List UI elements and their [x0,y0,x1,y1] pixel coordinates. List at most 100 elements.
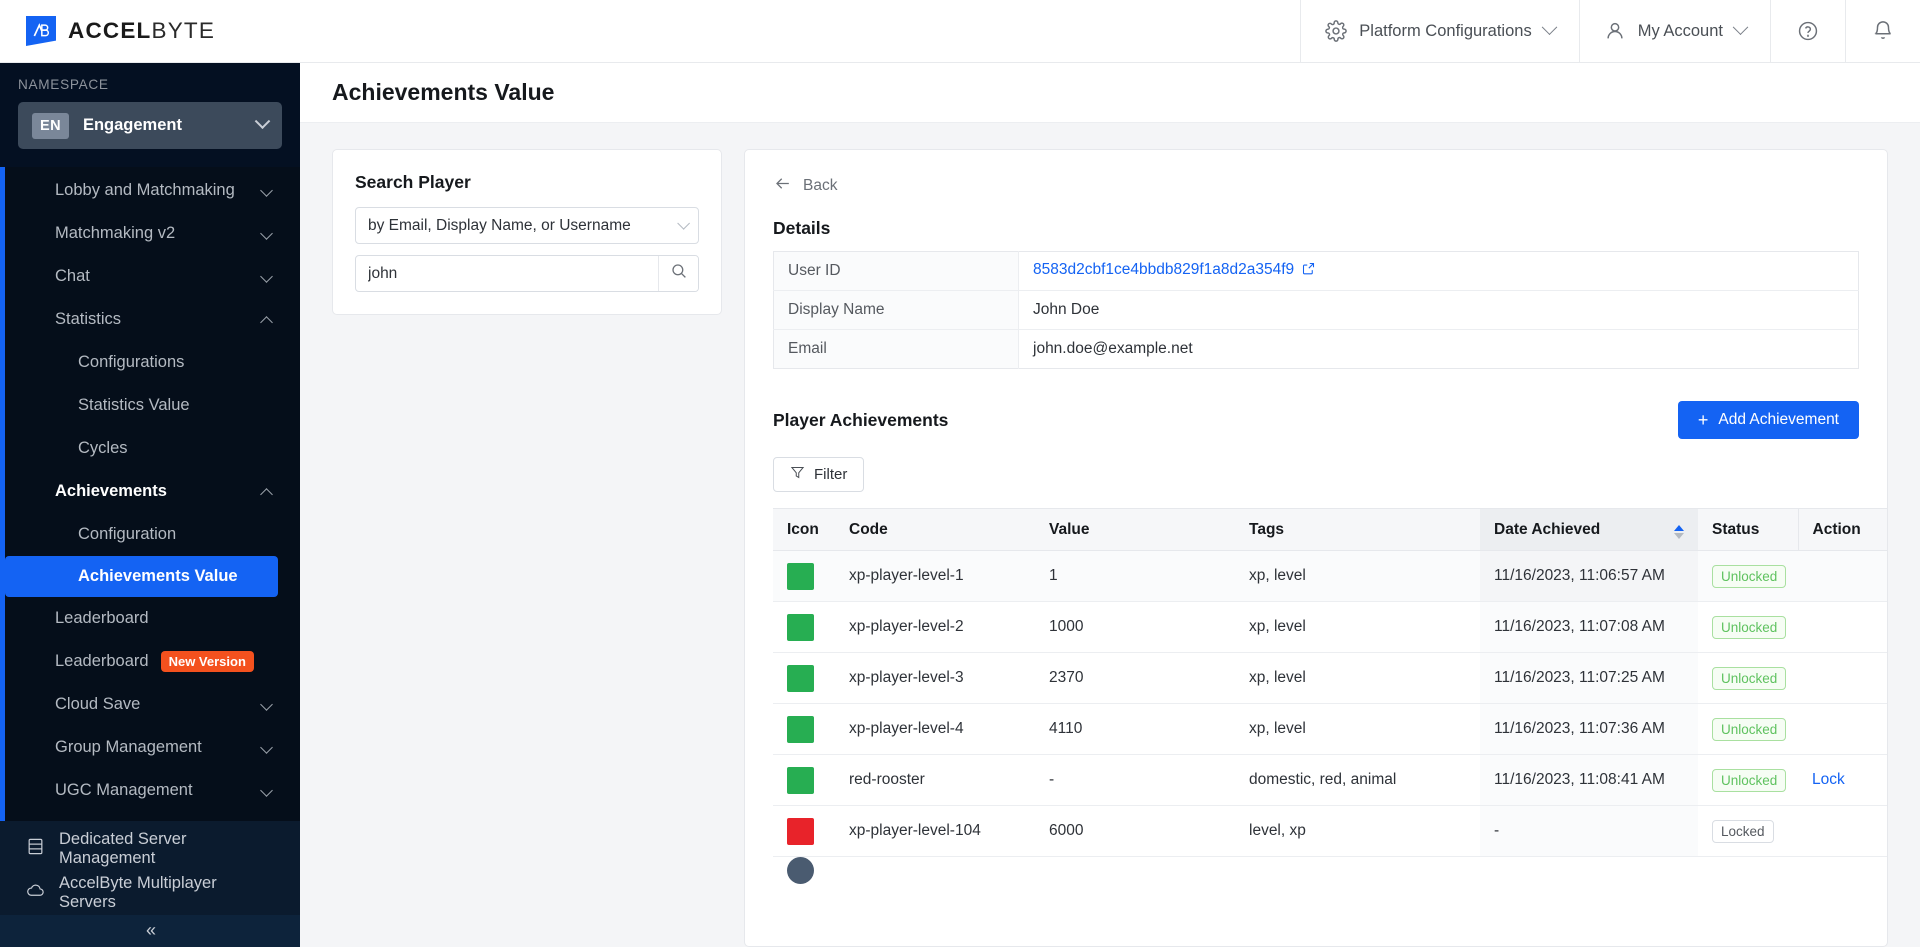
achievement-tags-cell: domestic, red, animal [1235,754,1480,806]
chevron-down-icon [260,698,273,711]
help-circle-icon [1797,20,1819,42]
new-version-badge: New Version [160,651,254,672]
achievements-table: Icon Code Value Tags Date Achieved Statu… [773,508,1887,857]
sidebar-item-statistics[interactable]: Statistics [0,298,300,341]
achievement-date-cell: 11/16/2023, 11:07:08 AM [1480,601,1698,653]
table-row[interactable]: red-rooster - domestic, red, animal 11/16/2… [773,754,1887,806]
back-link[interactable]: Back [773,174,1859,198]
player-details-card: Back Details User ID 8583d2cbf1ce4bbdb829… [744,149,1888,947]
status-cell: Locked [1698,805,1798,857]
chevron-down-icon [677,217,690,230]
details-row: Email john.doe@example.net [773,329,1859,369]
achievement-value-cell: 4110 [1035,703,1235,755]
search-input[interactable] [356,256,658,291]
sidebar-item-label: Leaderboard [55,652,149,670]
action-cell [1798,703,1887,755]
brand-name-thin: BYTE [151,18,216,43]
page-title: Achievements Value [332,79,555,105]
sidebar-item-achievements-value[interactable]: Achievements Value [5,556,278,597]
table-row[interactable]: xp-player-level-2 1000 xp, level 11/16/2023… [773,601,1887,653]
gear-icon [1325,20,1348,42]
notifications-button[interactable] [1845,0,1920,62]
table-row[interactable]: xp-player-level-104 6000 level, xp - Locked [773,805,1887,857]
action-cell [1798,550,1887,602]
page-header: Achievements Value [300,63,1920,123]
sidebar-item-chat[interactable]: Chat [0,255,300,298]
back-label: Back [803,177,838,194]
arrow-left-icon [773,174,792,198]
achievement-tags-cell: xp, level [1235,550,1480,602]
chevron-down-icon [254,113,271,130]
sidebar-item-configurations[interactable]: Configurations [0,341,300,384]
column-header-status: Status [1698,508,1798,551]
namespace-selector[interactable]: EN Engagement [18,102,282,149]
achievement-icon-cell [773,805,835,857]
details-title: Details [773,218,831,238]
brand-wordmark: ACCELBYTE [68,18,215,44]
brand-logo[interactable]: ACCELBYTE [0,0,300,62]
user-id-link[interactable]: 8583d2cbf1ce4bbdb829f1a8d2a354f9 [1033,261,1294,278]
sidebar-item-dedicated-server-management[interactable]: Dedicated Server Management [0,827,300,871]
filter-button[interactable]: Filter [773,457,865,492]
sidebar-item-matchmaking-v2[interactable]: Matchmaking v2 [0,212,300,255]
sidebar-item-leaderboard[interactable]: Leaderboard New Version [0,640,300,683]
sidebar-item-label: Statistics Value [78,396,190,414]
table-row[interactable]: xp-player-level-1 1 xp, level 11/16/2023, 1… [773,550,1887,602]
search-type-select[interactable]: by Email, Display Name, or Username [355,207,699,244]
achievement-tags-cell: xp, level [1235,601,1480,653]
sidebar-item-lobby-and-matchmaking[interactable]: Lobby and Matchmaking [0,169,300,212]
sidebar-item-cycles[interactable]: Cycles [0,427,300,470]
namespace-block: NAMESPACE EN Engagement [0,63,300,167]
sidebar-item-cloud-save[interactable]: Cloud Save [0,683,300,726]
collapse-sidebar-icon[interactable]: « [0,914,300,947]
my-account-menu[interactable]: My Account [1578,0,1770,62]
platform-configurations-menu[interactable]: Platform Configurations [1300,0,1578,62]
sidebar-item-label: Lobby and Matchmaking [55,181,235,199]
add-achievement-button[interactable]: + Add Achievement [1677,401,1859,439]
help-button[interactable] [1770,0,1845,62]
achievements-table-body: xp-player-level-1 1 xp, level 11/16/2023, 1… [773,550,1887,857]
details-row-value[interactable]: 8583d2cbf1ce4bbdb829f1a8d2a354f9 [1019,252,1859,291]
table-row[interactable]: xp-player-level-3 2370 xp, level 11/16/2023… [773,652,1887,704]
table-row[interactable]: xp-player-level-4 4110 xp, level 11/16/2023… [773,703,1887,755]
app-root: ACCELBYTE Platform Configurations My Acc… [0,0,1920,947]
achievement-value-cell: 1 [1035,550,1235,602]
sidebar-item-group-management[interactable]: Group Management [0,726,300,769]
column-header-tags: Tags [1235,508,1480,551]
player-achievements-title: Player Achievements [773,409,949,430]
search-button[interactable] [658,256,698,291]
status-cell: Unlocked [1698,754,1798,806]
chevron-down-icon [260,784,273,797]
chevron-down-icon [260,270,273,283]
filter-label: Filter [814,466,848,483]
sidebar-item-ugc-management[interactable]: UGC Management [0,769,300,812]
sidebar-item-reporting-and-moderation[interactable]: Reporting and Moderation [0,812,300,821]
search-player-title: Search Player [355,172,471,192]
achievement-date-cell: 11/16/2023, 11:07:25 AM [1480,652,1698,704]
action-cell[interactable]: Lock [1798,754,1887,806]
sidebar-item-statistics-value[interactable]: Statistics Value [0,384,300,427]
app-body: NAMESPACE EN Engagement Lobby and Matchm… [0,63,1920,947]
column-header-value: Value [1035,508,1235,551]
content-area: Search Player by Email, Display Name, or… [300,123,1920,947]
achievement-code-cell: xp-player-level-2 [835,601,1035,653]
achievement-icon-cell [773,652,835,704]
sort-descending-icon [1674,532,1684,539]
achievement-value-cell: 6000 [1035,805,1235,857]
sidebar-item-leaderboard[interactable]: Leaderboard [0,597,300,640]
lock-action-link[interactable]: Lock [1812,771,1845,788]
sidebar-item-label: Configurations [78,353,185,371]
external-link-icon[interactable] [1301,261,1316,281]
achievement-value-cell: 1000 [1035,601,1235,653]
status-badge: Unlocked [1712,717,1787,741]
sidebar-item-accelbyte-multiplayer-servers[interactable]: AccelByte Multiplayer Servers [0,871,300,915]
add-achievement-label: Add Achievement [1718,411,1839,428]
topbar-menu: Platform Configurations My Account [1300,0,1920,62]
sidebar-item-achievements[interactable]: Achievements [0,470,300,513]
achievement-icon [787,613,814,641]
sidebar-item-configuration[interactable]: Configuration [0,513,300,556]
bell-icon [1872,20,1894,42]
column-header-date-achieved[interactable]: Date Achieved [1480,508,1698,551]
sort-toggle-icon[interactable] [1674,524,1684,539]
search-player-card: Search Player by Email, Display Name, or… [332,149,722,315]
